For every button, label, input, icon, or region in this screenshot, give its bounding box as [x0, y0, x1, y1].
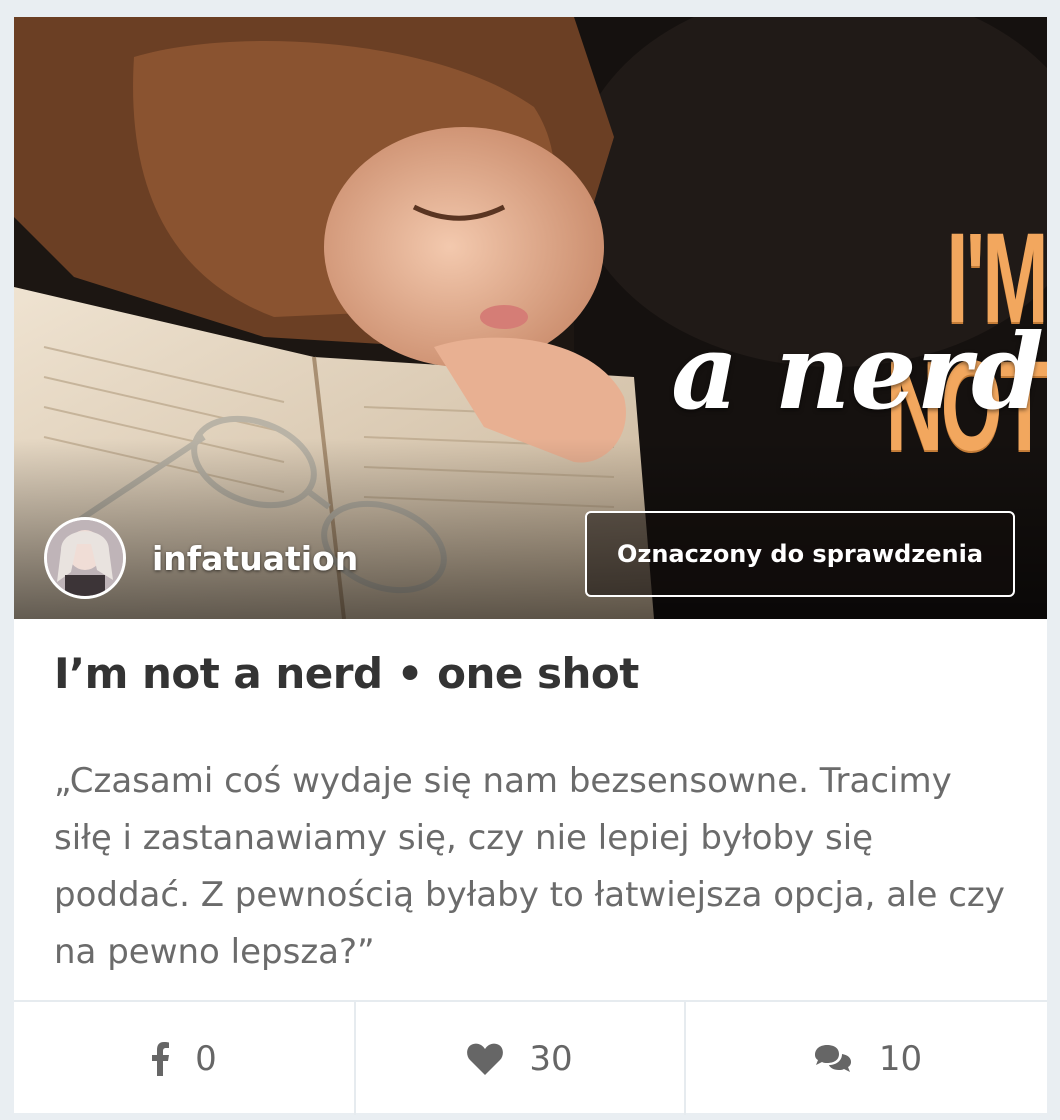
post-title[interactable]: I’m not a nerd • one shot: [54, 649, 639, 698]
avatar[interactable]: [44, 517, 126, 599]
facebook-count: 0: [195, 1038, 217, 1079]
author-name[interactable]: infatuation: [152, 539, 358, 578]
comments-button[interactable]: 10: [684, 1002, 1049, 1115]
like-count: 30: [529, 1038, 573, 1079]
status-badge[interactable]: Oznaczony do sprawdzenia: [585, 511, 1015, 597]
avatar-image: [47, 520, 123, 596]
comments-icon: [814, 1044, 851, 1072]
action-bar: 0 30 10: [14, 1000, 1047, 1115]
cover-image[interactable]: I'M NOT a nerd infatuation Oznaczony do …: [14, 17, 1047, 619]
facebook-share-button[interactable]: 0: [14, 1002, 354, 1115]
cover-title-line2: a nerd: [671, 310, 1044, 433]
post-excerpt: „Czasami coś wydaje się nam bezsensowne.…: [54, 761, 1005, 972]
like-button[interactable]: 30: [354, 1002, 684, 1115]
author[interactable]: infatuation: [44, 517, 358, 599]
story-card[interactable]: I'M NOT a nerd infatuation Oznaczony do …: [14, 17, 1047, 1115]
comments-count: 10: [878, 1038, 923, 1079]
facebook-icon: [152, 1041, 170, 1076]
heart-icon: [467, 1043, 504, 1075]
